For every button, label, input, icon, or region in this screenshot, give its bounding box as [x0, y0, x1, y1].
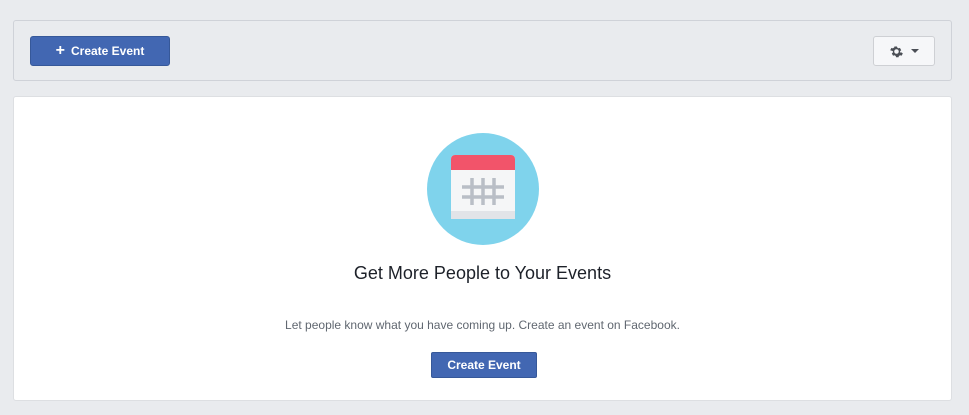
events-page: + Create Event Get More People to Your E…: [0, 0, 969, 415]
empty-state-headline: Get More People to Your Events: [353, 263, 612, 283]
events-toolbar: + Create Event: [13, 20, 952, 81]
create-event-button-label: Create Event: [70, 44, 145, 58]
events-empty-state-card: Get More People to Your Events Let peopl…: [13, 96, 952, 401]
settings-dropdown-button[interactable]: [873, 36, 935, 66]
create-event-button[interactable]: + Create Event: [30, 36, 170, 66]
calendar-icon: [427, 133, 539, 245]
caret-down-icon: [910, 49, 919, 53]
empty-state-description: Let people know what you have coming up.…: [285, 318, 680, 332]
gear-icon: [889, 45, 903, 58]
plus-icon: +: [55, 41, 65, 59]
empty-state-create-event-button[interactable]: Create Event: [431, 352, 537, 378]
